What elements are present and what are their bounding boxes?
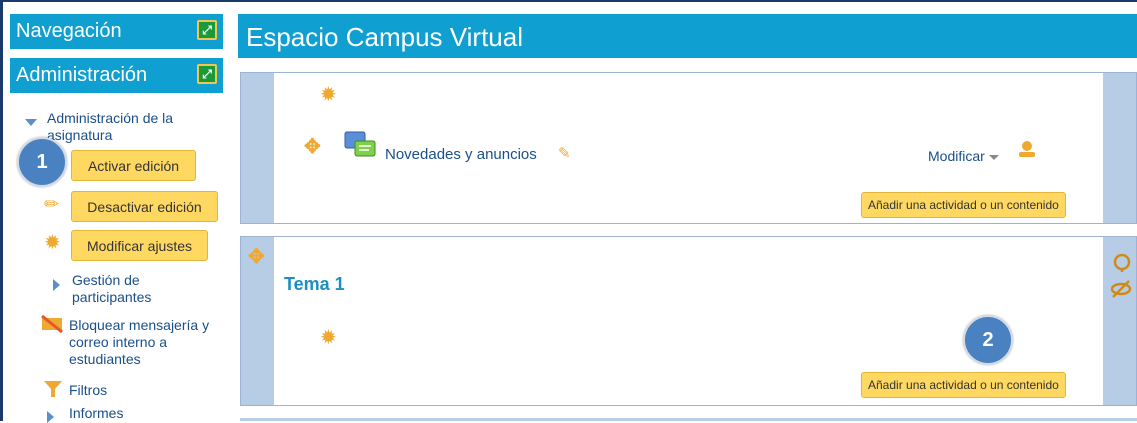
filters-label: Filtros (69, 382, 108, 398)
edit-title-pencil-icon[interactable]: ✎ (558, 144, 571, 162)
user-role-icon[interactable] (1018, 140, 1036, 158)
forum-link-label: Novedades y anuncios (385, 146, 537, 163)
section-title: Tema 1 (284, 274, 345, 295)
filter-icon (44, 381, 62, 397)
course-admin-label: Administración de la asignatura (47, 110, 174, 143)
participants-node[interactable]: Gestión de participantes (72, 272, 182, 306)
move-section-icon[interactable]: ✥ (248, 244, 265, 269)
activate-editing-button[interactable]: Activar edición (71, 150, 196, 181)
reports-label: Informes (69, 405, 124, 421)
move-icon[interactable]: ✥ (304, 134, 321, 159)
pencil-icon: ✏ (44, 194, 60, 214)
add-activity-button[interactable]: Añadir una actividad o un contenido (861, 372, 1066, 398)
add-activity-label: Añadir una actividad o un contenido (868, 378, 1059, 392)
callout-number: 2 (982, 329, 994, 351)
collapsed-arrow-icon[interactable] (53, 279, 60, 291)
expanded-arrow-icon[interactable] (25, 119, 37, 126)
deactivate-editing-label: Desactivar edición (87, 199, 202, 215)
section-right-panel (1103, 73, 1136, 223)
forum-icon (344, 131, 376, 157)
gear-icon: ✹ (44, 232, 61, 254)
callout-badge-2: 2 (963, 315, 1013, 365)
deactivate-editing-button[interactable]: Desactivar edición (71, 191, 218, 222)
navigation-block-header[interactable]: Navegación ⤢ (10, 14, 223, 49)
add-activity-label: Añadir una actividad o un contenido (868, 198, 1059, 212)
add-activity-button[interactable]: Añadir una actividad o un contenido (861, 192, 1066, 218)
modify-settings-button[interactable]: Modificar ajustes (71, 230, 208, 261)
block-messaging-link[interactable]: Bloquear mensajería y correo interno a e… (69, 317, 214, 368)
collapsed-arrow-icon[interactable] (47, 411, 54, 423)
modify-menu[interactable]: Modificar (928, 148, 999, 164)
modify-menu-label: Modificar (928, 148, 985, 164)
block-messaging-label: Bloquear mensajería y correo interno a e… (69, 317, 210, 367)
blocked-messaging-icon (41, 315, 63, 333)
modify-settings-label: Modificar ajustes (86, 238, 193, 254)
administration-title: Administración (16, 64, 148, 86)
reports-node[interactable]: Informes (69, 405, 123, 422)
course-admin-node[interactable]: Administración de la asignatura (47, 110, 207, 144)
course-title-bar: Espacio Campus Virtual (238, 14, 1137, 58)
course-title: Espacio Campus Virtual (246, 22, 523, 52)
dock-block-icon[interactable]: ⤢ (197, 64, 217, 84)
section-left-panel (241, 73, 274, 223)
callout-number: 1 (36, 151, 48, 173)
gear-icon[interactable]: ✹ (320, 85, 337, 105)
navigation-title: Navegación (16, 20, 122, 42)
callout-badge-1: 1 (17, 137, 67, 187)
section-title-text: Tema 1 (284, 274, 345, 294)
participants-label: Gestión de participantes (72, 272, 152, 305)
filters-link[interactable]: Filtros (69, 382, 107, 399)
administration-block-header[interactable]: Administración ⤢ (10, 58, 223, 93)
activate-editing-label: Activar edición (87, 158, 180, 174)
dock-block-icon[interactable]: ⤢ (197, 20, 217, 40)
hide-section-eye-icon[interactable] (1110, 280, 1132, 298)
highlight-section-icon[interactable] (1112, 253, 1132, 273)
chevron-down-icon (988, 154, 999, 160)
gear-icon[interactable]: ✹ (320, 328, 337, 348)
forum-link[interactable]: Novedades y anuncios (385, 146, 537, 163)
